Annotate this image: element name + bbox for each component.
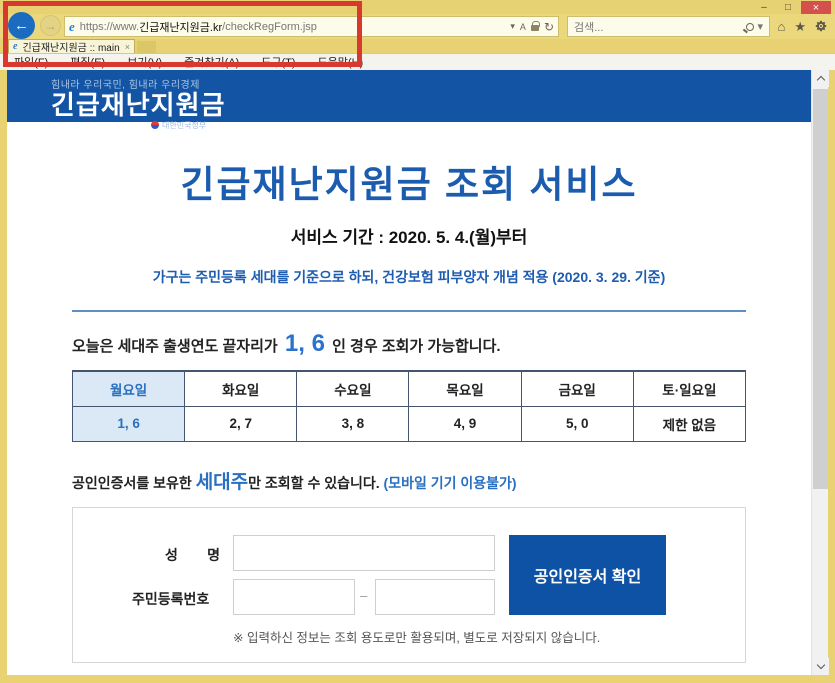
table-value-row: 1, 6 2, 7 3, 8 4, 9 5, 0 제한 없음 — [73, 406, 746, 441]
menu-edit[interactable]: 편집(E) — [70, 54, 105, 70]
header-friday: 금요일 — [521, 371, 633, 406]
close-button[interactable]: × — [801, 1, 831, 14]
name-label-b: 명 — [207, 545, 220, 565]
header-wednesday: 수요일 — [297, 371, 409, 406]
title-bar: – □ × — [0, 0, 835, 14]
favorites-star-icon[interactable]: ★ — [794, 19, 806, 35]
inquiry-form: 성 명 주민등록번호 – 공인인증서 확인 ※ 입력하신 정보는 조회 용도로만… — [72, 507, 746, 663]
cert-text-2: 만 조회할 수 있습니다. — [248, 475, 383, 491]
tab-bar: e 긴급재난지원금 :: main × — [0, 39, 835, 53]
household-notice: 가구는 주민등록 세대를 기준으로 하되, 건강보험 피부양자 개념 적용 (2… — [72, 267, 746, 287]
search-icon[interactable] — [746, 23, 754, 31]
ie-tab-icon: e — [13, 41, 17, 52]
rrn-front-input[interactable] — [233, 579, 355, 615]
tab-title: 긴급재난지원금 :: main — [22, 39, 119, 54]
mobile-restriction-note: (모바일 기기 이용불가) — [384, 475, 517, 491]
scrollbar-thumb[interactable] — [813, 89, 828, 489]
cert-text-1: 공인인증서를 보유한 — [72, 475, 196, 491]
url-path: /checkRegForm.jsp — [222, 21, 317, 33]
tab-main[interactable]: e 긴급재난지원금 :: main × — [8, 39, 135, 53]
value-wednesday: 3, 8 — [297, 406, 409, 441]
name-input[interactable] — [233, 535, 495, 571]
menu-bar: 파일(F) 편집(E) 보기(V) 즐겨찾기(A) 도구(T) 도움말(H) — [0, 53, 835, 70]
today-prefix: 오늘은 세대주 출생연도 끝자리가 — [72, 338, 278, 355]
today-suffix: 인 경우 조회가 가능합니다. — [332, 338, 500, 355]
autocomplete-dropdown-icon[interactable]: ▾ — [510, 21, 515, 32]
rrn-back-input[interactable] — [375, 579, 495, 615]
today-eligibility-line: 오늘은 세대주 출생연도 끝자리가 1, 6 인 경우 조회가 가능합니다. — [72, 330, 746, 358]
ime-mode-icon: A — [520, 22, 526, 32]
today-digits: 1, 6 — [282, 330, 328, 357]
certificate-confirm-button[interactable]: 공인인증서 확인 — [509, 535, 666, 615]
home-icon[interactable]: ⌂ — [777, 19, 785, 35]
search-input[interactable]: 검색... ▾ — [567, 16, 770, 37]
back-button[interactable]: ← — [8, 12, 35, 39]
divider-line — [72, 310, 746, 312]
page-title: 긴급재난지원금 조회 서비스 — [72, 154, 746, 208]
value-weekend: 제한 없음 — [633, 406, 745, 441]
cert-highlight: 세대주 — [196, 472, 248, 493]
navigation-toolbar: ← → e https://www.긴급재난지원금.kr/checkRegFor… — [0, 14, 835, 39]
name-label: 성 명 — [165, 545, 220, 565]
scroll-down-arrow-icon[interactable] — [812, 658, 829, 675]
korea-flag-icon — [151, 121, 159, 129]
value-friday: 5, 0 — [521, 406, 633, 441]
header-thursday: 목요일 — [409, 371, 521, 406]
menu-file[interactable]: 파일(F) — [14, 54, 48, 70]
ie-page-icon: e — [69, 19, 75, 35]
scroll-up-arrow-icon[interactable] — [812, 70, 829, 87]
header-tuesday: 화요일 — [185, 371, 297, 406]
search-placeholder: 검색... — [574, 19, 603, 35]
ssl-lock-icon — [531, 25, 539, 31]
menu-help[interactable]: 도움말(H) — [318, 54, 364, 70]
forward-button[interactable]: → — [40, 15, 61, 36]
site-tagline: 힘내라 우리국민, 힘내라 우리경제 — [51, 76, 811, 91]
refresh-icon[interactable]: ↻ — [544, 20, 554, 34]
maximize-button[interactable]: □ — [777, 1, 799, 14]
site-header: 힘내라 우리국민, 힘내라 우리경제 긴급재난지원금 대한민국정부 — [7, 70, 811, 122]
browser-window: { "browser": { "window_controls": { "min… — [0, 0, 835, 683]
value-monday: 1, 6 — [73, 406, 185, 441]
browser-viewport: 힘내라 우리국민, 힘내라 우리경제 긴급재난지원금 대한민국정부 긴급재난지원… — [7, 70, 828, 675]
value-thursday: 4, 9 — [409, 406, 521, 441]
name-label-a: 성 — [165, 545, 178, 565]
header-weekend: 토·일요일 — [633, 371, 745, 406]
service-period: 서비스 기간 : 2020. 5. 4.(월)부터 — [72, 223, 746, 248]
gov-label: 대한민국정부 — [162, 120, 206, 131]
rrn-separator: – — [360, 588, 367, 603]
url-domain: 긴급재난지원금.kr — [139, 19, 222, 35]
minimize-button[interactable]: – — [753, 1, 775, 14]
address-bar[interactable]: e https://www.긴급재난지원금.kr/checkRegForm.js… — [64, 16, 559, 37]
url-scheme: https://www. — [80, 21, 139, 33]
tab-close-icon[interactable]: × — [125, 42, 130, 52]
table-header-row: 월요일 화요일 수요일 목요일 금요일 토·일요일 — [73, 371, 746, 406]
header-monday: 월요일 — [73, 371, 185, 406]
menu-favorites[interactable]: 즐겨찾기(A) — [184, 54, 239, 70]
menu-tools[interactable]: 도구(T) — [261, 54, 295, 70]
privacy-note: ※ 입력하신 정보는 조회 용도로만 활용되며, 별도로 저장되지 않습니다. — [233, 627, 600, 646]
certificate-requirement-line: 공인인증서를 보유한 세대주만 조회할 수 있습니다. (모바일 기기 이용불가… — [72, 467, 746, 494]
menu-view[interactable]: 보기(V) — [127, 54, 162, 70]
value-tuesday: 2, 7 — [185, 406, 297, 441]
new-tab-button[interactable] — [137, 41, 156, 53]
rrn-label: 주민등록번호 — [132, 589, 209, 609]
vertical-scrollbar[interactable] — [811, 70, 828, 675]
settings-gear-icon[interactable] — [815, 20, 827, 32]
weekday-schedule-table: 월요일 화요일 수요일 목요일 금요일 토·일요일 1, 6 2, 7 3, 8… — [72, 370, 746, 442]
web-page: 힘내라 우리국민, 힘내라 우리경제 긴급재난지원금 대한민국정부 긴급재난지원… — [7, 70, 811, 675]
search-dropdown-icon[interactable]: ▾ — [757, 20, 763, 33]
site-logo-title: 긴급재난지원금 — [51, 91, 811, 120]
